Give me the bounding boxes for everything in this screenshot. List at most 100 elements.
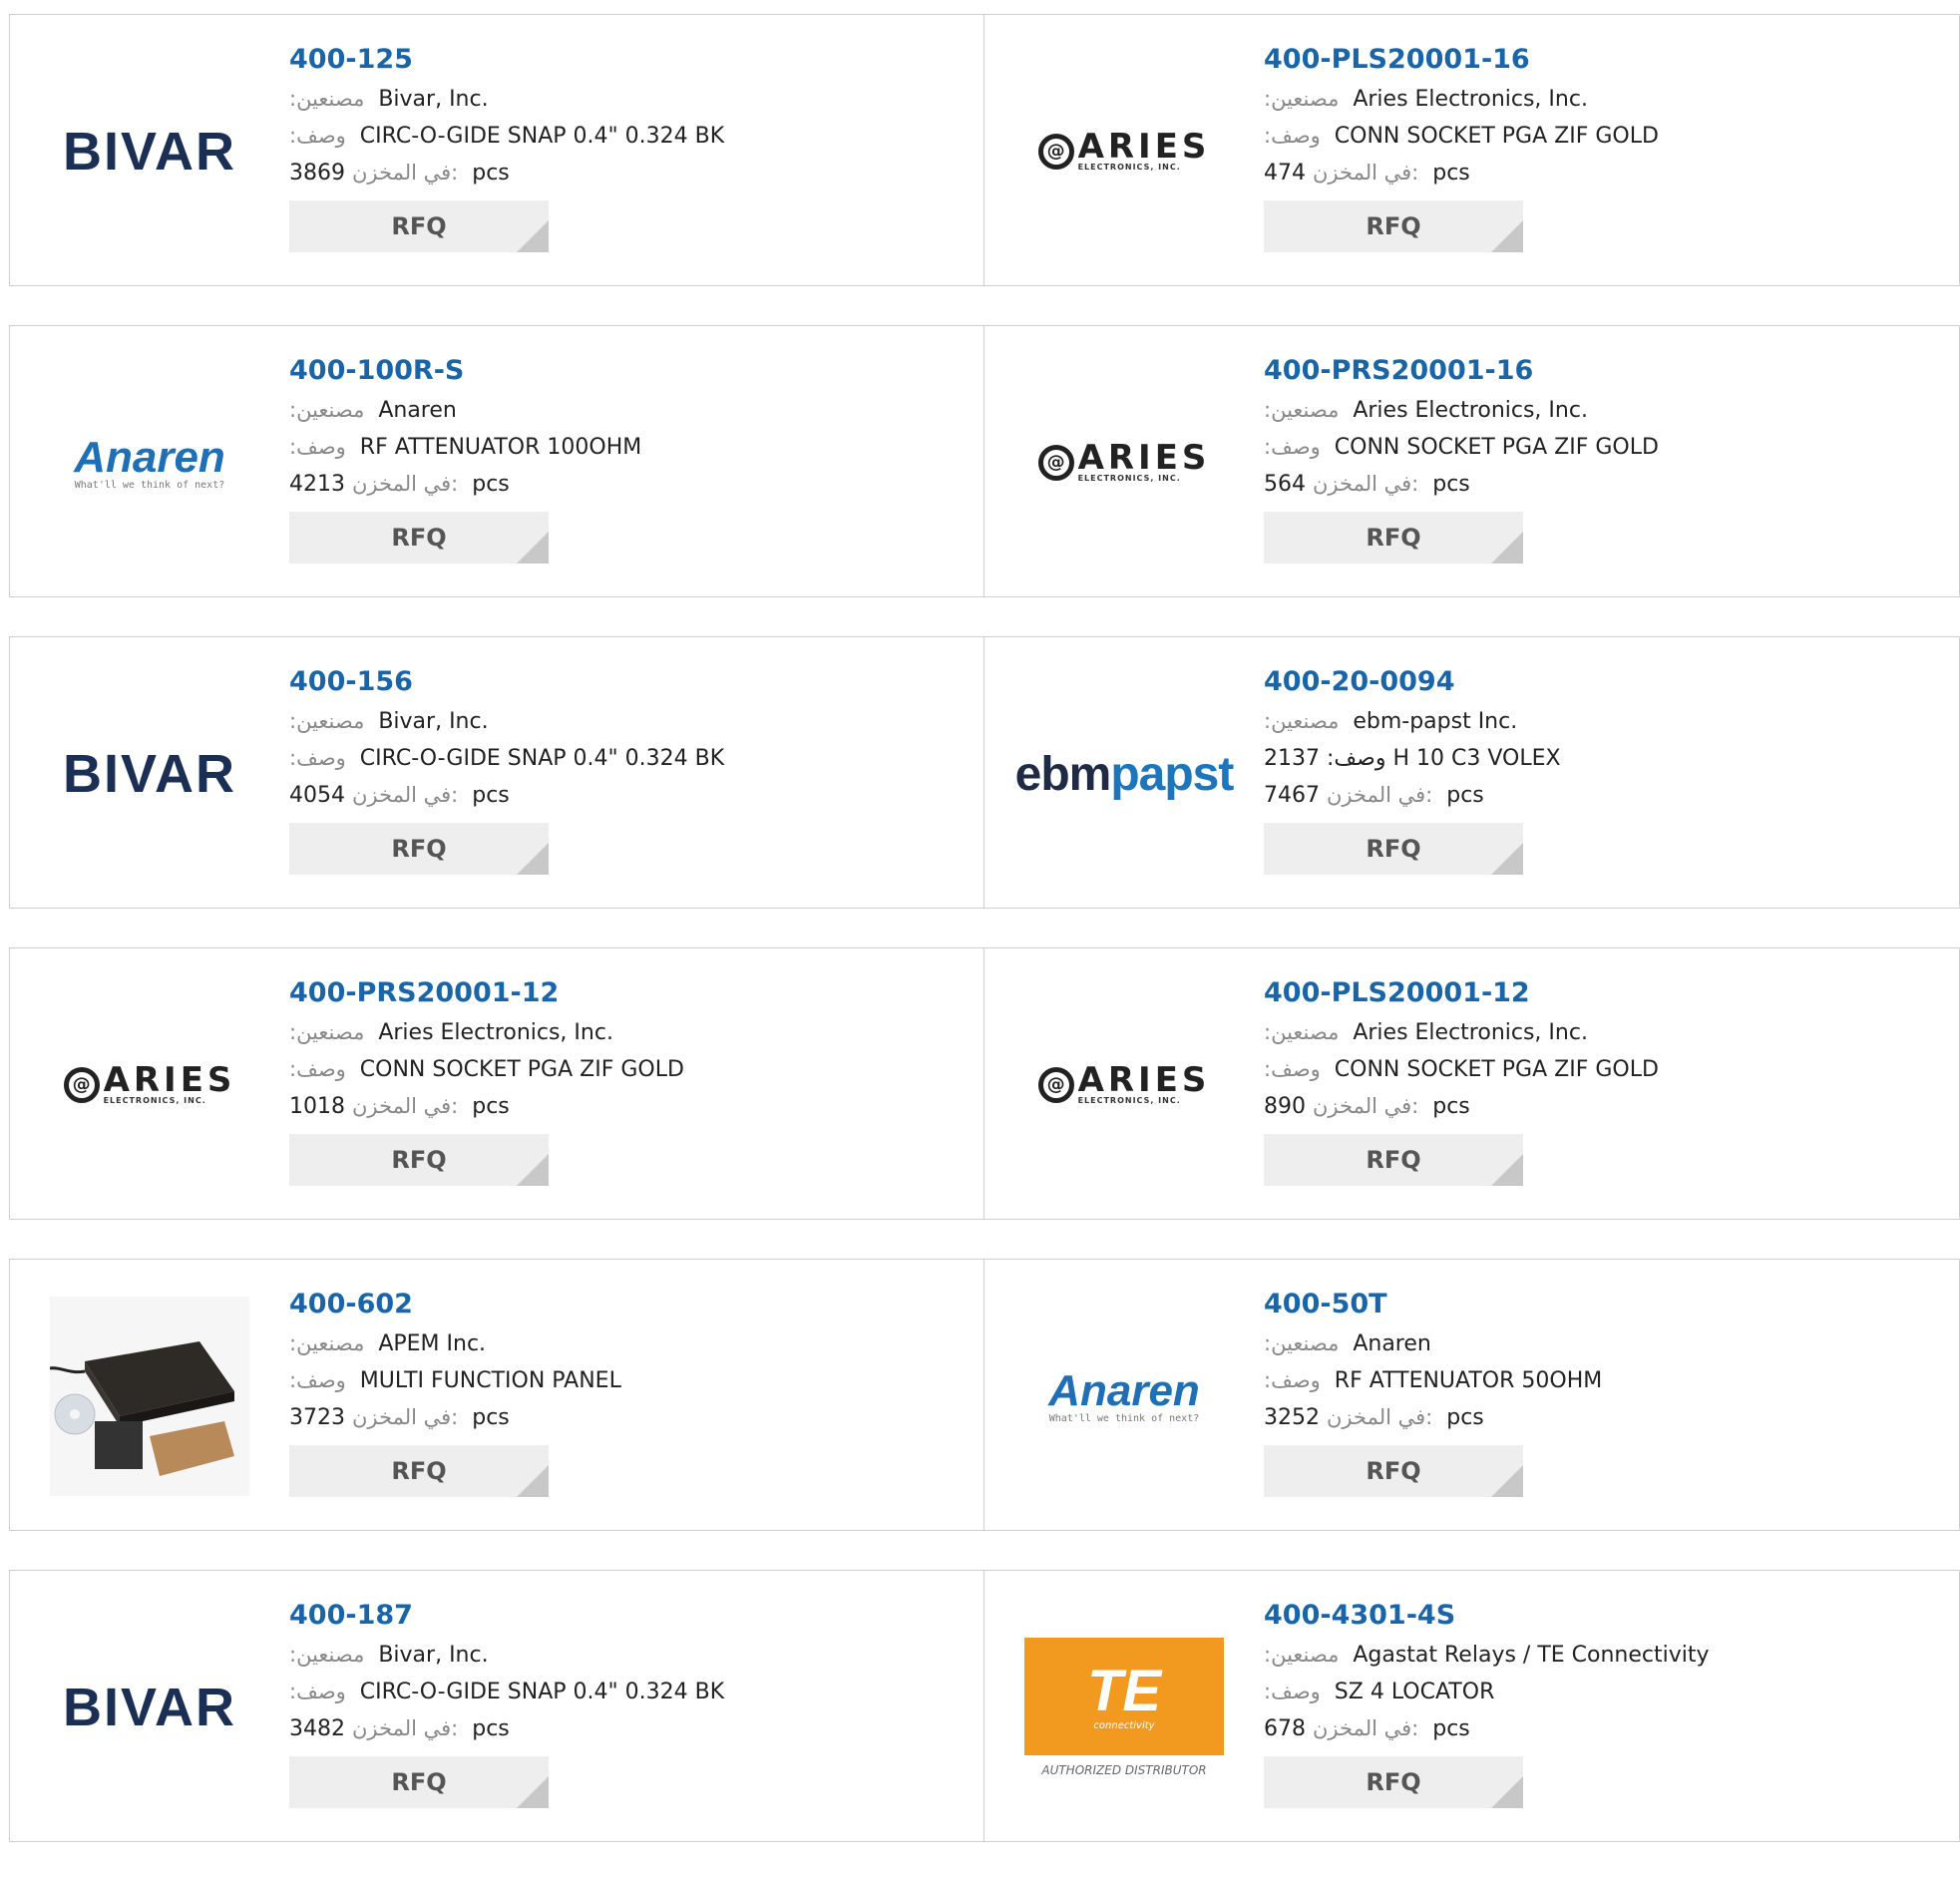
aries-logo: @ ARIES ELECTRONICS, INC. xyxy=(1037,130,1211,173)
stock-label: في المخزن: xyxy=(352,472,459,496)
part-number-link[interactable]: 400-50T xyxy=(1264,1286,1602,1325)
part-number-link[interactable]: 400-PRS20001-12 xyxy=(289,974,684,1014)
rfq-button[interactable]: RFQ xyxy=(289,1756,549,1808)
part-number-link[interactable]: 400-125 xyxy=(289,41,724,81)
product-info: 400-PLS20001-12:مصنعين Aries Electronics… xyxy=(1264,974,1659,1186)
stock-label: في المخزن: xyxy=(1313,1094,1419,1118)
stock-label: في المخزن: xyxy=(1327,783,1433,807)
product-card: @ ARIES ELECTRONICS, INC. 400-PLS20001-16:م… xyxy=(984,14,1960,286)
description-line: :وصف RF ATTENUATOR 50OHM xyxy=(1264,1362,1602,1399)
bivar-logo: BIVAR xyxy=(62,122,236,182)
part-number-link[interactable]: 400-PLS20001-12 xyxy=(1264,974,1659,1014)
stock-line: 1018 في المخزن: pcs xyxy=(289,1088,684,1125)
description-label: :وصف xyxy=(289,746,346,770)
part-number-link[interactable]: 400-187 xyxy=(289,1597,724,1637)
rfq-button[interactable]: RFQ xyxy=(1264,1756,1523,1808)
product-row: BIVAR 400-125 :مصنعين Bivar, Inc. :وصف CIRC… xyxy=(9,14,1960,286)
rfq-button[interactable]: RFQ xyxy=(1264,1445,1523,1497)
part-number-link[interactable]: 400-602 xyxy=(289,1286,621,1325)
part-number-link[interactable]: 400-156 xyxy=(289,663,724,703)
stock-line: 4054 في المخزن: pcs xyxy=(289,777,724,814)
rfq-corner-decoration xyxy=(1491,220,1523,252)
manufacturer-line: :مصنعين Aries Electronics, Inc. xyxy=(1264,81,1659,118)
rfq-label: RFQ xyxy=(391,212,447,240)
part-number-link[interactable]: 400-PRS20001-16 xyxy=(1264,352,1659,392)
product-info: 400-4301-4S:مصنعين Agastat Relays / TE C… xyxy=(1264,1597,1710,1808)
description-value: CIRC-O-GIDE SNAP 0.4" 0.324 BK xyxy=(359,1680,725,1704)
manufacturer-logo[interactable]: @ ARIES ELECTRONICS, INC. xyxy=(1024,985,1224,1185)
rfq-corner-decoration xyxy=(1491,532,1523,564)
manufacturer-label: :مصنعين xyxy=(1264,87,1340,111)
stock-label: في المخزن: xyxy=(352,161,459,185)
manufacturer-logo[interactable] xyxy=(50,1297,249,1496)
rfq-button[interactable]: RFQ xyxy=(289,1134,549,1186)
stock-value: 3723 xyxy=(289,1405,345,1430)
stock-line: 890 في المخزن: pcs xyxy=(1264,1088,1659,1125)
stock-label: في المخزن: xyxy=(352,1405,459,1429)
rfq-button[interactable]: RFQ xyxy=(1264,512,1523,564)
manufacturer-line: :مصنعين Bivar, Inc. xyxy=(289,703,724,740)
manufacturer-logo[interactable]: BIVAR xyxy=(50,52,249,251)
description-line: :وصف CIRC-O-GIDE SNAP 0.4" 0.324 BK xyxy=(289,118,724,155)
part-number-link[interactable]: 400-PLS20001-16 xyxy=(1264,41,1659,81)
stock-value: 564 xyxy=(1264,472,1306,497)
rfq-label: RFQ xyxy=(391,524,447,552)
description-label: :وصف xyxy=(289,1057,346,1081)
manufacturer-label: :مصنعين xyxy=(289,398,365,422)
part-number-link[interactable]: 400-4301-4S xyxy=(1264,1597,1710,1637)
rfq-button[interactable]: RFQ xyxy=(289,512,549,564)
rfq-corner-decoration xyxy=(517,1154,549,1186)
stock-label: في المخزن: xyxy=(1313,161,1419,185)
rfq-button[interactable]: RFQ xyxy=(1264,1134,1523,1186)
description-label: :وصف xyxy=(1264,124,1321,148)
anaren-logo: Anaren What'll we think of next? xyxy=(74,435,225,491)
description-value: CONN SOCKET PGA ZIF GOLD xyxy=(1334,1057,1659,1082)
description-label: :وصف xyxy=(289,1680,346,1703)
part-number-link[interactable]: 400-20-0094 xyxy=(1264,663,1561,703)
rfq-button[interactable]: RFQ xyxy=(1264,200,1523,252)
rfq-button[interactable]: RFQ xyxy=(289,200,549,252)
manufacturer-line: :مصنعين Anaren xyxy=(1264,1325,1602,1362)
product-info: 400-602:مصنعين APEM Inc.:وصف MULTI FUNCT… xyxy=(289,1286,621,1497)
rfq-label: RFQ xyxy=(391,1768,447,1796)
description-line: :وصف CONN SOCKET PGA ZIF GOLD xyxy=(289,1051,684,1088)
stock-unit: pcs xyxy=(472,783,510,808)
description-value: RF ATTENUATOR 100OHM xyxy=(359,435,642,460)
manufacturer-logo[interactable]: BIVAR xyxy=(50,1608,249,1807)
stock-unit: pcs xyxy=(472,1094,510,1119)
product-card: @ ARIES ELECTRONICS, INC. 400-PRS20001-16:م… xyxy=(984,325,1960,597)
description-value: CIRC-O-GIDE SNAP 0.4" 0.324 BK xyxy=(359,124,725,149)
description-value: CONN SOCKET PGA ZIF GOLD xyxy=(1334,435,1659,460)
manufacturer-label: :مصنعين xyxy=(289,1331,365,1355)
anaren-tagline: What'll we think of next? xyxy=(74,479,225,491)
manufacturer-logo[interactable]: TE connectivity AUTHORIZED DISTRIBUTOR xyxy=(1024,1608,1224,1807)
manufacturer-logo[interactable]: BIVAR xyxy=(50,674,249,874)
manufacturer-value: ebm-papst Inc. xyxy=(1353,709,1518,734)
rfq-button[interactable]: RFQ xyxy=(289,1445,549,1497)
aries-name: ARIES xyxy=(103,1060,236,1100)
stock-unit: pcs xyxy=(1432,161,1470,186)
manufacturer-logo[interactable]: Anaren What'll we think of next? xyxy=(50,363,249,563)
aries-wordmark: ARIES ELECTRONICS, INC. xyxy=(1078,441,1211,484)
stock-unit: pcs xyxy=(472,161,510,186)
description-label: :وصف xyxy=(289,435,346,459)
stock-unit: pcs xyxy=(472,1716,510,1741)
product-card: @ ARIES ELECTRONICS, INC. 400-PRS20001-12 :م… xyxy=(9,947,984,1220)
description-line: :وصف CONN SOCKET PGA ZIF GOLD xyxy=(1264,1051,1659,1088)
manufacturer-logo[interactable]: Anaren What'll we think of next? xyxy=(1024,1297,1224,1496)
aries-wordmark: ARIES ELECTRONICS, INC. xyxy=(1078,130,1211,173)
manufacturer-value: Bivar, Inc. xyxy=(378,87,489,112)
rfq-button[interactable]: RFQ xyxy=(1264,823,1523,875)
stock-value: 3482 xyxy=(289,1716,345,1741)
manufacturer-logo[interactable]: @ ARIES ELECTRONICS, INC. xyxy=(50,985,249,1185)
manufacturer-label: :مصنعين xyxy=(289,1020,365,1044)
manufacturer-logo[interactable]: ebmpapst xyxy=(1015,674,1235,874)
rfq-label: RFQ xyxy=(1366,1457,1421,1485)
manufacturer-logo[interactable]: @ ARIES ELECTRONICS, INC. xyxy=(1024,363,1224,563)
stock-line: 564 في المخزن: pcs xyxy=(1264,466,1659,503)
manufacturer-line: :مصنعين Aries Electronics, Inc. xyxy=(1264,392,1659,429)
part-number-link[interactable]: 400-100R-S xyxy=(289,352,641,392)
manufacturer-logo[interactable]: @ ARIES ELECTRONICS, INC. xyxy=(1024,52,1224,251)
manufacturer-label: :مصنعين xyxy=(289,709,365,733)
rfq-button[interactable]: RFQ xyxy=(289,823,549,875)
